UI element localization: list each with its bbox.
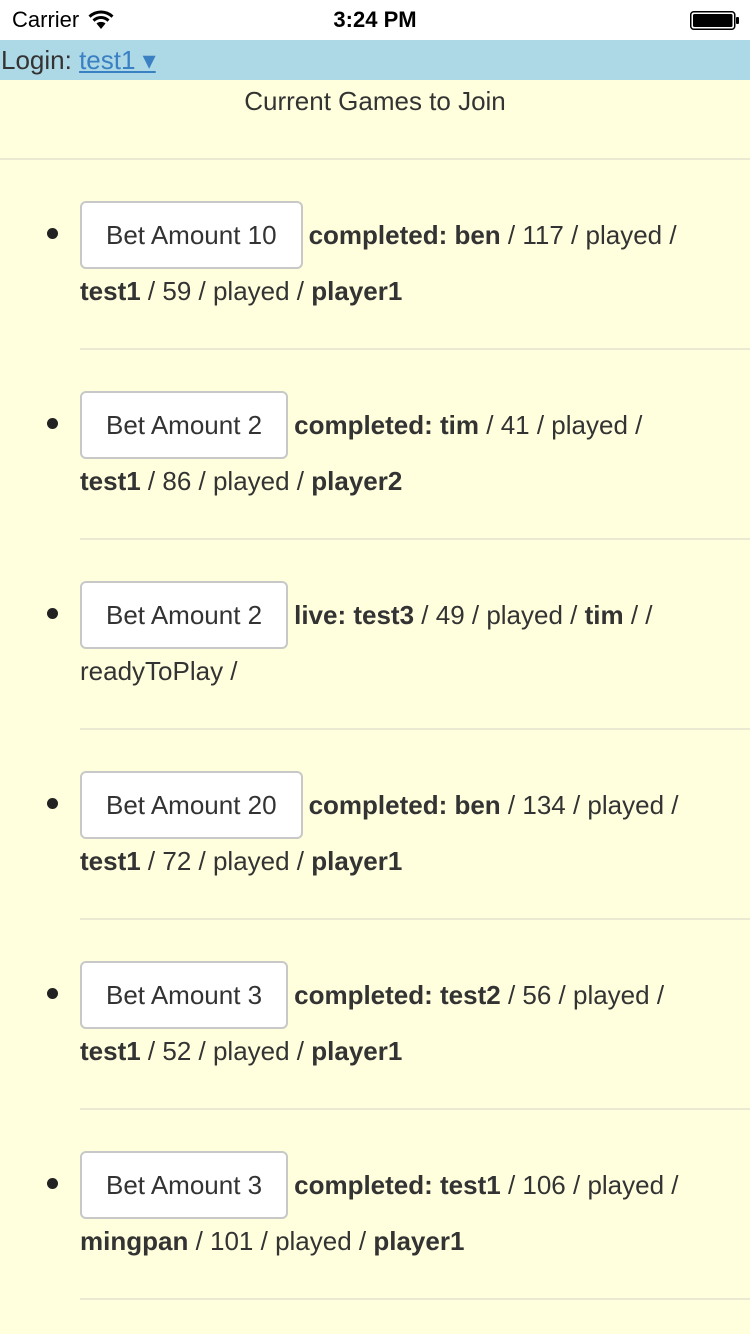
login-user-dropdown[interactable]: test1 ▾: [79, 45, 156, 75]
game-list-item: Bet Amount 2 completed: tim / 41 / played…: [47, 350, 750, 540]
bullet-icon: [47, 798, 58, 809]
game-detail: / 117 / played /: [500, 220, 677, 250]
bet-amount-button[interactable]: Bet Amount 3: [80, 1151, 289, 1219]
game-player: player1: [311, 1036, 403, 1066]
bet-amount-button[interactable]: Bet Amount 3: [80, 961, 289, 1029]
game-line-1: live: test3 / 49 / played / tim / /: [294, 587, 652, 643]
page-title: Current Games to Join: [0, 80, 750, 160]
status-time: 3:24 PM: [333, 7, 417, 32]
game-detail: / 86 / played /: [140, 466, 312, 496]
bullet-icon: [47, 1178, 58, 1189]
game-status: completed: test1: [294, 1170, 501, 1200]
bullet-icon: [47, 418, 58, 429]
game-line-1: completed: ben / 117 / played /: [309, 207, 677, 263]
game-detail: / 52 / played /: [140, 1036, 312, 1066]
game-opponent: test1: [80, 276, 141, 306]
game-line-2: test1 / 52 / played / player1: [80, 1023, 740, 1079]
game-line-1: completed: ben / 134 / played /: [309, 777, 679, 833]
game-line-1: completed: test1 / 106 / played /: [294, 1157, 678, 1213]
login-bar: Login: test1 ▾: [0, 40, 750, 80]
game-detail: / 134 / played /: [500, 790, 679, 820]
game-opponent: mingpan: [80, 1226, 189, 1256]
game-status: completed: test2: [294, 980, 501, 1010]
game-detail: / 59 / played /: [140, 276, 312, 306]
bet-amount-button[interactable]: Bet Amount 20: [80, 771, 303, 839]
game-player: player1: [373, 1226, 465, 1256]
status-bar: Carrier 3:24 PM: [0, 0, 750, 40]
game-opponent: test1: [80, 466, 141, 496]
game-status: live: test3: [294, 600, 415, 630]
game-line-1: completed: test2 / 56 / played /: [294, 967, 664, 1023]
game-list-item: Bet Amount 20 completed: ben / 134 / play…: [47, 730, 750, 920]
games-list: Bet Amount 10 completed: ben / 117 / play…: [0, 160, 750, 1300]
game-player: player1: [311, 846, 403, 876]
game-status: completed: ben: [308, 220, 501, 250]
game-line-2: test1 / 86 / played / player2: [80, 453, 740, 509]
game-detail: / /: [623, 600, 653, 630]
game-list-item: Bet Amount 2 live: test3 / 49 / played / …: [47, 540, 750, 730]
bet-amount-button[interactable]: Bet Amount 10: [80, 201, 303, 269]
game-player: tim: [584, 600, 624, 630]
bet-amount-button[interactable]: Bet Amount 2: [80, 391, 289, 459]
game-detail: / 101 / played /: [188, 1226, 374, 1256]
game-detail: / 106 / played /: [500, 1170, 679, 1200]
game-line-2: test1 / 59 / played / player1: [80, 263, 740, 319]
game-status: completed: tim: [294, 410, 480, 440]
bullet-icon: [47, 228, 58, 239]
game-line-2: readyToPlay /: [80, 643, 740, 699]
bullet-icon: [47, 988, 58, 999]
game-detail: / 41 / played /: [479, 410, 643, 440]
game-status: completed: ben: [308, 790, 501, 820]
battery-icon: [690, 11, 739, 30]
game-opponent: test1: [80, 846, 141, 876]
game-list-item: Bet Amount 3 completed: test1 / 106 / pla…: [47, 1110, 750, 1300]
login-label: Login:: [1, 45, 72, 75]
game-list-item: Bet Amount 3 completed: test2 / 56 / play…: [47, 920, 750, 1110]
game-list-item: Bet Amount 10 completed: ben / 117 / play…: [47, 160, 750, 350]
game-opponent: test1: [80, 1036, 141, 1066]
game-detail: / 72 / played /: [140, 846, 312, 876]
game-player: player1: [311, 276, 403, 306]
bullet-icon: [47, 608, 58, 619]
game-line-1: completed: tim / 41 / played /: [294, 397, 642, 453]
game-detail: readyToPlay /: [80, 656, 238, 686]
game-line-2: mingpan / 101 / played / player1: [80, 1213, 740, 1269]
game-player: player2: [311, 466, 403, 496]
game-detail: / 56 / played /: [500, 980, 665, 1010]
game-line-2: test1 / 72 / played / player1: [80, 833, 740, 889]
bet-amount-button[interactable]: Bet Amount 2: [80, 581, 289, 649]
game-detail: / 49 / played /: [414, 600, 585, 630]
